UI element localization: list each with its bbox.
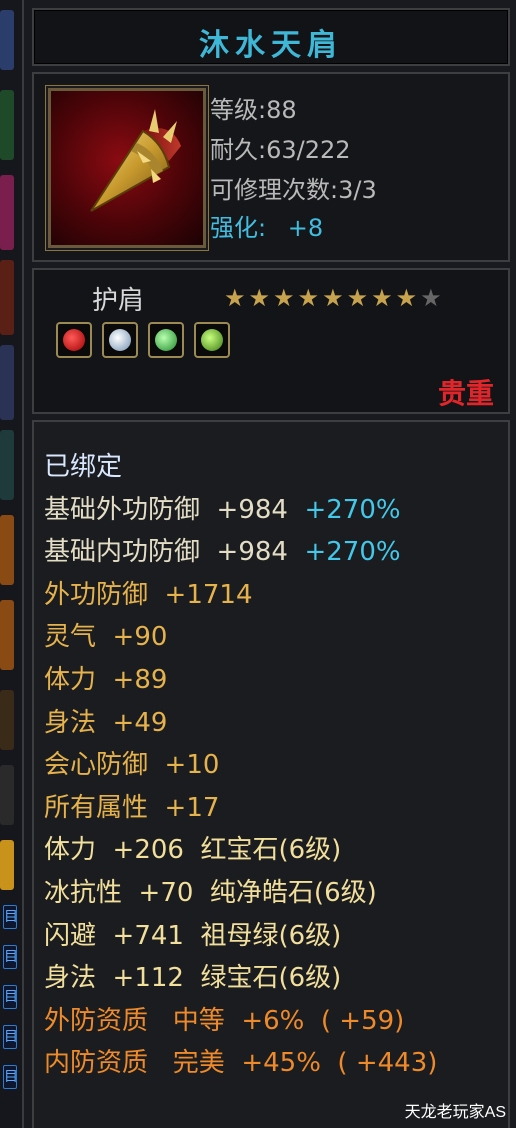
attribute-text: 外功防御 +1714	[44, 579, 253, 610]
attribute-text: 闪避 +741 祖母绿(6级)	[44, 920, 342, 951]
attribute-line: 基础外功防御 +984 +270%	[44, 489, 401, 526]
attribute-bonus-text: +270%	[304, 494, 401, 525]
sidebar-segment	[0, 90, 14, 160]
watermark: 天龙老玩家AS	[404, 1104, 506, 1121]
attribute-line: 身法 +49	[44, 702, 167, 739]
durability-text: 耐久:63/222	[210, 136, 351, 164]
red-gem-icon[interactable]	[56, 322, 92, 358]
attribute-line: 灵气 +90	[44, 616, 167, 653]
sidebar-segment	[0, 260, 14, 335]
left-sidebar-strip: 目 目 目 目 目	[0, 0, 22, 1128]
level-text: 等级:88	[210, 96, 297, 124]
sidebar-segment	[0, 600, 14, 670]
attribute-text: 体力 +206 红宝石(6级)	[44, 835, 342, 866]
enhance-value: +8	[287, 214, 324, 242]
star-filled-icon: ★	[297, 284, 323, 312]
star-rating: ★★★★★★★★★	[224, 284, 445, 312]
attribute-text: 所有属性 +17	[44, 792, 220, 823]
shoulder-armor-icon	[48, 88, 206, 248]
attribute-text: 内防资质 完美 +45% ( +443)	[44, 1048, 438, 1079]
attribute-line: 体力 +206 红宝石(6级)	[44, 829, 341, 866]
attribute-line: 闪避 +741 祖母绿(6级)	[44, 915, 341, 952]
item-category: 护肩	[92, 286, 145, 316]
white-gem-icon[interactable]	[102, 322, 138, 358]
sidebar-segment	[0, 765, 14, 825]
attribute-line: 身法 +112 绿宝石(6级)	[44, 957, 341, 994]
attribute-bonus-text: +270%	[304, 537, 401, 568]
sidebar-tab[interactable]: 目	[3, 1025, 18, 1049]
attribute-line: 体力 +89	[44, 659, 167, 696]
sidebar-tab[interactable]: 目	[3, 985, 18, 1009]
attribute-line: 冰抗性 +70 纯净皓石(6级)	[44, 872, 377, 909]
item-tooltip: 沐水天肩 等级:88 耐久:63/222 可修理次数:3/3 强化: +8 护肩…	[22, 0, 516, 1128]
shoulder-armor-graphic	[90, 109, 181, 212]
attribute-line: 基础内功防御 +984 +270%	[44, 531, 401, 568]
attributes-panel: 已绑定 基础外功防御 +984 +270% 基础内功防御 +984 +270% 外功防…	[32, 420, 510, 1128]
attribute-text: 基础外功防御 +984	[44, 494, 305, 525]
star-filled-icon: ★	[395, 284, 421, 312]
attribute-line: 会心防御 +10	[44, 744, 219, 781]
green-gem-icon[interactable]	[148, 322, 184, 358]
item-quality-panel: 护肩 ★★★★★★★★★ 贵重	[32, 268, 510, 414]
item-summary-panel: 等级:88 耐久:63/222 可修理次数:3/3 强化: +8	[32, 72, 510, 262]
attribute-text: 外防资质 中等 +6% ( +59)	[44, 1005, 405, 1036]
attribute-text: 体力 +89	[44, 665, 168, 695]
sidebar-segment	[0, 430, 14, 500]
enhance-label: 强化:	[210, 214, 267, 242]
sidebar-tab[interactable]: 目	[3, 945, 18, 969]
item-name: 沐水天肩	[199, 28, 343, 63]
attribute-text: 灵气 +90	[44, 622, 168, 653]
sidebar-tab[interactable]: 目	[3, 1065, 18, 1089]
sidebar-segment	[0, 10, 14, 70]
attribute-text: 基础内功防御 +984	[44, 537, 305, 568]
star-filled-icon: ★	[248, 284, 274, 312]
attribute-text: 冰抗性 +70 纯净皓石(6级)	[44, 878, 377, 908]
sidebar-segment	[0, 345, 14, 420]
repair-count-text: 可修理次数:3/3	[210, 176, 377, 204]
star-filled-icon: ★	[322, 284, 347, 312]
star-filled-icon: ★	[346, 284, 372, 312]
attribute-text: 会心防御 +10	[44, 750, 220, 781]
rarity-label: 贵重	[437, 377, 494, 410]
sidebar-tab[interactable]: 目	[3, 905, 18, 929]
title-bar: 沐水天肩	[32, 8, 510, 66]
attribute-text: 已绑定	[44, 452, 123, 482]
sidebar-segment	[0, 515, 14, 585]
star-filled-icon: ★	[273, 284, 298, 312]
attribute-line: 所有属性 +17	[44, 787, 219, 824]
attribute-line: 外防资质 中等 +6% ( +59)	[44, 1000, 404, 1037]
attribute-line: 内防资质 完美 +45% ( +443)	[44, 1042, 437, 1079]
attribute-line: 外功防御 +1714	[44, 574, 252, 611]
star-empty-icon: ★	[420, 284, 445, 312]
star-filled-icon: ★	[224, 284, 249, 312]
sidebar-segment	[0, 175, 14, 250]
attribute-text: 身法 +49	[44, 707, 168, 738]
sidebar-segment	[0, 840, 14, 890]
enhance-text: 强化: +8	[210, 208, 323, 243]
star-filled-icon: ★	[371, 284, 396, 312]
emerald-gem-icon[interactable]	[194, 322, 230, 358]
attribute-line: 已绑定	[44, 446, 122, 483]
sidebar-segment	[0, 690, 14, 750]
attribute-text: 身法 +112 绿宝石(6级)	[44, 963, 342, 994]
